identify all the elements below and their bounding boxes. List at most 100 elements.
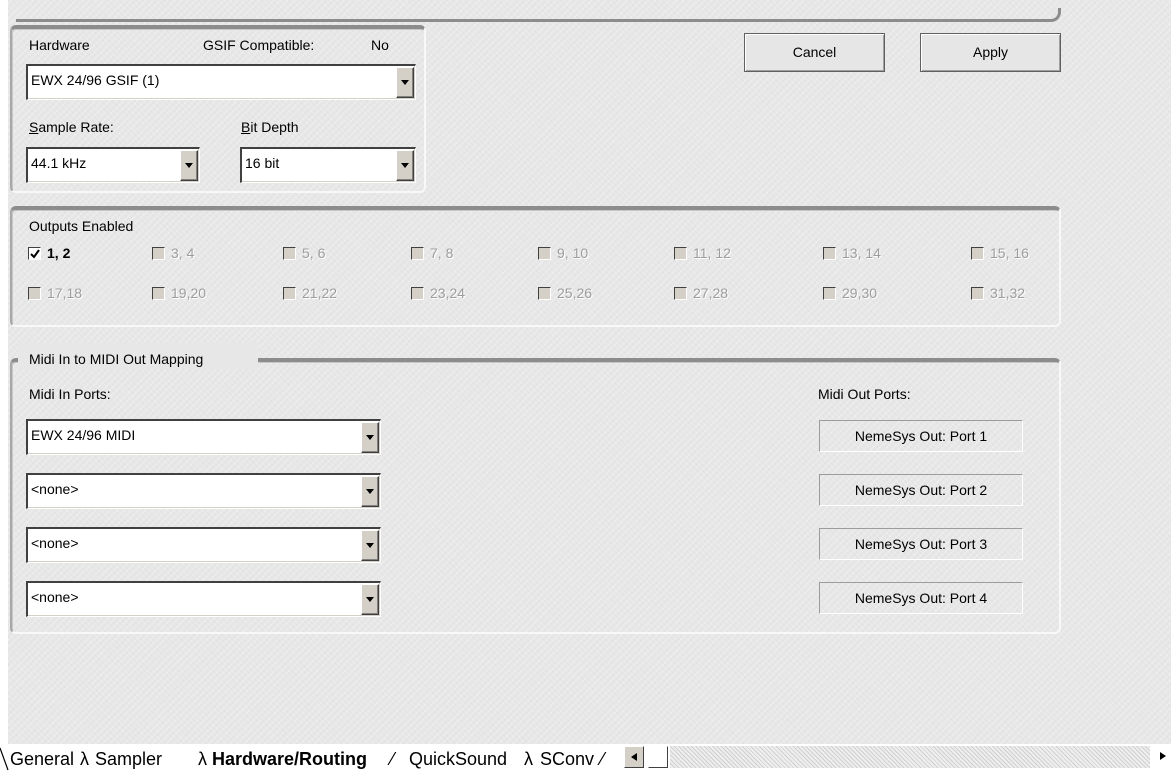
output-checkbox-label: 23,24 [430, 285, 466, 301]
tab-sampler[interactable]: Sampler [95, 748, 162, 770]
output-checkbox[interactable] [411, 247, 424, 260]
midi-out-ports-label: Midi Out Ports: [818, 386, 911, 402]
output-checkbox[interactable] [971, 247, 984, 260]
midi-in-port-dropdown-button[interactable] [361, 530, 379, 561]
sample-rate-select[interactable]: 44.1 kHz [26, 147, 200, 183]
output-checkbox-label: 25,26 [557, 285, 593, 301]
tab-sconv[interactable]: SConv [540, 748, 594, 770]
output-checkbox[interactable] [152, 247, 165, 260]
hardware-device-value: EWX 24/96 GSIF (1) [31, 72, 160, 88]
tab-hardware-routing[interactable]: Hardware/Routing [212, 748, 367, 770]
output-checkbox[interactable] [28, 247, 41, 260]
midi-in-port-dropdown-button[interactable] [361, 422, 379, 453]
chevron-down-icon [401, 162, 409, 168]
output-checkbox-label: 1, 2 [47, 245, 71, 261]
output-checkbox[interactable] [152, 287, 165, 300]
arrow-right-icon [1160, 752, 1166, 760]
top-ridge [16, 8, 1061, 22]
output-checkbox-label: 7, 8 [430, 245, 454, 261]
midi-in-port-dropdown-button[interactable] [361, 584, 379, 615]
midi-in-port-value: <none> [31, 589, 79, 605]
horizontal-scrollbar-track[interactable] [670, 746, 1150, 768]
sample-rate-value: 44.1 kHz [31, 155, 87, 171]
bit-depth-dropdown-button[interactable] [396, 150, 414, 181]
output-checkbox-label: 11, 12 [693, 245, 731, 261]
output-checkbox-label: 31,32 [990, 285, 1026, 301]
hardware-device-dropdown-button[interactable] [396, 67, 414, 98]
output-checkbox[interactable] [674, 287, 687, 300]
sample-rate-label-accesskey: S [29, 119, 39, 135]
output-checkbox[interactable] [971, 287, 984, 300]
tab-separator: λ [198, 749, 207, 769]
bit-depth-label-text: it Depth [250, 119, 299, 135]
cancel-button[interactable]: Cancel [744, 33, 885, 72]
midi-out-port-label: NemeSys Out: Port 1 [819, 420, 1023, 452]
midi-in-port-value: <none> [31, 535, 79, 551]
sample-rate-label-text: ample Rate: [38, 119, 114, 135]
output-checkbox[interactable] [823, 287, 836, 300]
sheet-tab-bar: General λ Sampler λ Hardware/Routing ⁄ Q… [0, 744, 1171, 771]
chevron-down-icon [366, 488, 374, 494]
gsif-compatible-label: GSIF Compatible: [203, 37, 315, 53]
tab-general[interactable]: General [10, 748, 74, 770]
output-checkbox[interactable] [411, 287, 424, 300]
bit-depth-label: Bit Depth [241, 119, 299, 135]
output-checkbox-label: 3, 4 [171, 245, 195, 261]
settings-panel: Hardware GSIF Compatible: No EWX 24/96 G… [8, 0, 1171, 744]
tab-scroll-left-button[interactable] [624, 746, 644, 768]
chevron-down-icon [366, 596, 374, 602]
apply-button[interactable]: Apply [920, 33, 1061, 72]
midi-out-port-label: NemeSys Out: Port 4 [819, 582, 1023, 614]
output-checkbox[interactable] [283, 287, 296, 300]
hardware-device-select[interactable]: EWX 24/96 GSIF (1) [26, 64, 416, 100]
midi-in-port-select[interactable]: EWX 24/96 MIDI [26, 419, 381, 455]
chevron-down-icon [366, 434, 374, 440]
chevron-down-icon [366, 542, 374, 548]
outputs-enabled-group [10, 206, 1061, 327]
chevron-down-icon [401, 79, 409, 85]
output-checkbox[interactable] [823, 247, 836, 260]
output-checkbox[interactable] [538, 247, 551, 260]
midi-out-port-label: NemeSys Out: Port 3 [819, 528, 1023, 560]
tab-separator: λ [80, 749, 89, 769]
sample-rate-dropdown-button[interactable] [180, 150, 198, 181]
midi-mapping-title: Midi In to MIDI Out Mapping [29, 351, 204, 367]
sample-rate-label: Sample Rate: [29, 119, 114, 135]
output-checkbox-label: 19,20 [171, 285, 207, 301]
midi-in-port-select[interactable]: <none> [26, 581, 381, 617]
bit-depth-label-accesskey: B [241, 119, 251, 135]
tab-quicksound[interactable]: QuickSound [409, 748, 507, 770]
output-checkbox-label: 13, 14 [842, 245, 881, 261]
output-checkbox-label: 27,28 [693, 285, 729, 301]
output-checkbox[interactable] [28, 287, 41, 300]
midi-in-ports-label: Midi In Ports: [29, 386, 111, 402]
hardware-label: Hardware [29, 37, 90, 53]
midi-out-port-label: NemeSys Out: Port 2 [819, 474, 1023, 506]
output-checkbox[interactable] [538, 287, 551, 300]
output-checkbox-label: 9, 10 [557, 245, 589, 261]
midi-in-port-dropdown-button[interactable] [361, 476, 379, 507]
tab-scroll-right-button[interactable] [648, 746, 668, 768]
tab-separator: ⁄ [391, 749, 395, 769]
arrow-left-icon [631, 753, 637, 761]
output-checkbox[interactable] [283, 247, 296, 260]
midi-in-port-value: EWX 24/96 MIDI [31, 427, 136, 443]
bit-depth-value: 16 bit [245, 155, 280, 171]
output-checkbox-label: 17,18 [47, 285, 83, 301]
output-checkbox-label: 29,30 [842, 285, 878, 301]
output-checkbox-label: 5, 6 [302, 245, 326, 261]
tab-separator: ⁄ [601, 749, 605, 769]
outputs-enabled-title: Outputs Enabled [29, 218, 134, 234]
tab-separator: λ [524, 749, 533, 769]
gsif-compatible-value: No [371, 37, 389, 53]
output-checkbox-label: 21,22 [302, 285, 338, 301]
output-checkbox-label: 15, 16 [990, 245, 1029, 261]
horizontal-scroll-right-button[interactable] [1150, 746, 1171, 768]
chevron-down-icon [185, 162, 193, 168]
bit-depth-select[interactable]: 16 bit [240, 147, 416, 183]
midi-in-port-value: <none> [31, 481, 79, 497]
midi-in-port-select[interactable]: <none> [26, 473, 381, 509]
output-checkbox[interactable] [674, 247, 687, 260]
midi-in-port-select[interactable]: <none> [26, 527, 381, 563]
checkmark-icon [30, 249, 40, 259]
